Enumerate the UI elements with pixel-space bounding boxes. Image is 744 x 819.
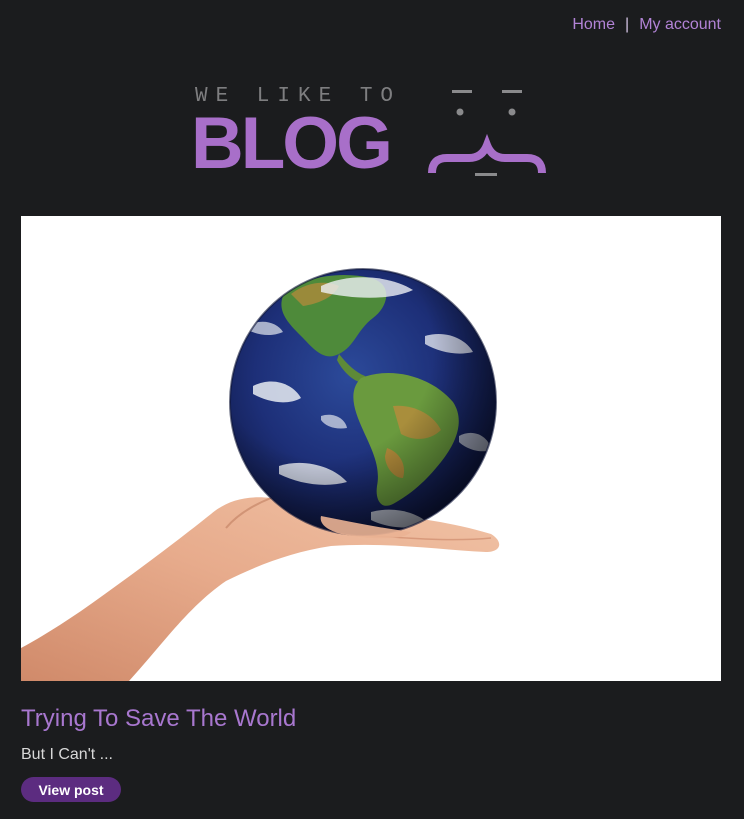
my-account-link[interactable]: My account — [639, 16, 721, 34]
earth-on-hand-illustration — [21, 268, 500, 681]
top-nav: Home | My account — [572, 16, 721, 34]
curly-brace-face-icon — [428, 90, 546, 176]
view-post-button[interactable]: View post — [21, 777, 121, 802]
nav-separator: | — [625, 16, 630, 33]
post-summary: But I Can't ... — [21, 746, 113, 763]
logo-wordmark: BLOG — [191, 103, 393, 184]
home-link[interactable]: Home — [572, 16, 615, 34]
post-image[interactable] — [21, 216, 721, 681]
post-title[interactable]: Trying To Save The World — [21, 705, 296, 733]
blog-logo[interactable]: WE LIKE TO BLOG — [191, 85, 555, 185]
